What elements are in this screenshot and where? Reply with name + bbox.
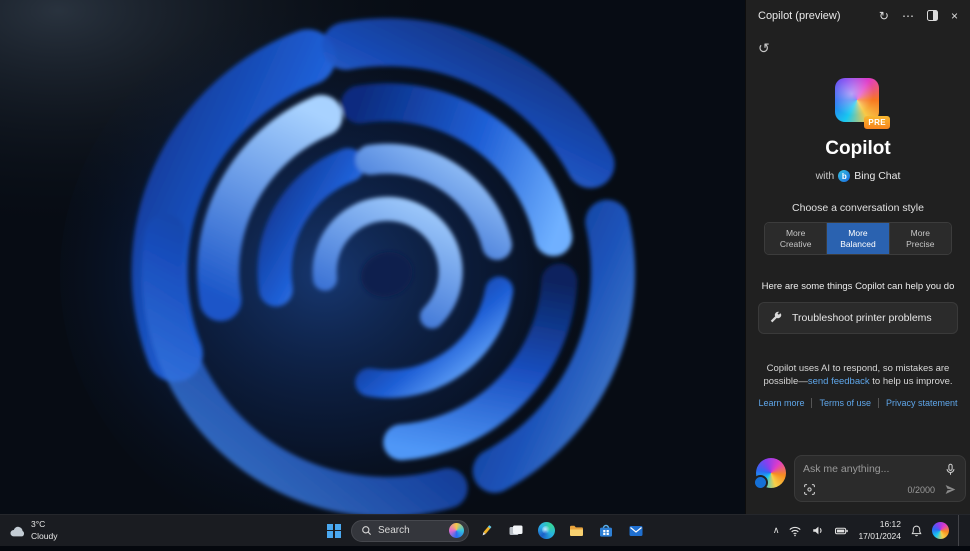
windows-logo-icon (327, 523, 341, 538)
character-counter: 0/2000 (907, 484, 935, 495)
task-view-button[interactable] (503, 518, 529, 544)
legal-links: Learn more Terms of use Privacy statemen… (746, 397, 970, 408)
wifi-icon[interactable] (788, 524, 802, 537)
store-button[interactable] (593, 518, 619, 544)
style-more-precise[interactable]: More Precise (889, 223, 951, 255)
copilot-panel-header: Copilot (preview) ↻ ⋯ × (746, 0, 970, 32)
notification-bell-icon[interactable] (910, 524, 923, 538)
system-tray: ∧ 16:12 17/01/2024 (773, 515, 970, 546)
style-label-line2: Precise (906, 239, 935, 250)
chat-input-row (803, 461, 957, 477)
search-icon (362, 526, 372, 536)
task-view-icon (509, 525, 523, 535)
style-label-line2: Balanced (840, 239, 876, 250)
copilot-tray-icon (932, 522, 949, 539)
disclaimer-text-end: to help us improve. (869, 376, 953, 388)
wrench-icon (770, 311, 782, 323)
learn-more-link[interactable]: Learn more (751, 398, 811, 408)
chat-input-box: 0/2000 (794, 455, 966, 502)
mail-button[interactable] (623, 518, 649, 544)
copilot-panel-title: Copilot (preview) (758, 10, 841, 22)
sidebar-toggle-icon (926, 9, 938, 21)
pen-icon (482, 524, 492, 535)
copilot-panel-actions: ↻ ⋯ × (879, 9, 958, 23)
file-explorer-button[interactable] (563, 518, 589, 544)
screenshot-icon[interactable] (803, 483, 816, 496)
bing-chat-row: with b Bing Chat (746, 170, 970, 182)
weather-widget[interactable]: 3°C Cloudy (0, 515, 65, 546)
microphone-icon[interactable] (944, 463, 957, 476)
bing-icon: b (838, 170, 851, 182)
copilot-panel: Copilot (preview) ↻ ⋯ × ↺ PRE Copilot wi… (745, 0, 970, 514)
preview-badge: PRE (864, 116, 890, 129)
search-highlight-icon (449, 523, 464, 538)
copilot-heading: Copilot (825, 138, 891, 159)
style-more-balanced[interactable]: More Balanced (827, 223, 890, 255)
suggestion-label: Troubleshoot printer problems (792, 312, 932, 325)
copilot-avatar (753, 458, 786, 490)
clock-widget[interactable]: 16:12 17/01/2024 (858, 519, 901, 541)
folder-icon (569, 525, 583, 536)
with-label: with (815, 170, 835, 182)
clock-time: 16:12 (879, 519, 901, 530)
weather-text: 3°C Cloudy (31, 519, 57, 541)
style-label-line1: More (848, 228, 868, 238)
more-options-icon[interactable]: ⋯ (902, 10, 914, 22)
weather-condition: Cloudy (31, 530, 58, 541)
pen-app-icon[interactable] (473, 518, 499, 544)
battery-icon[interactable] (834, 525, 849, 537)
search-label: Search (378, 525, 410, 536)
mail-icon (629, 525, 643, 536)
terms-of-use-link[interactable]: Terms of use (811, 397, 878, 408)
edge-button[interactable] (533, 518, 559, 544)
style-more-creative[interactable]: More Creative (765, 223, 828, 255)
taskbar-center: Search (321, 515, 649, 546)
start-button[interactable] (321, 518, 347, 544)
taskbar-search[interactable]: Search (351, 519, 469, 542)
history-row: ↺ (746, 32, 970, 58)
clock-date: 17/01/2024 (858, 530, 901, 541)
refresh-icon[interactable]: ↻ (879, 10, 889, 22)
sidebar-toggle-button[interactable] (926, 9, 938, 23)
chat-composer: 0/2000 (753, 455, 966, 502)
close-icon[interactable]: × (951, 10, 958, 22)
conversation-style-prompt: Choose a conversation style (792, 202, 924, 214)
privacy-statement-link[interactable]: Privacy statement (878, 397, 965, 408)
cloud-icon (10, 526, 25, 537)
bing-chat-label: Bing Chat (854, 170, 901, 182)
show-desktop-button[interactable] (958, 515, 962, 546)
history-icon[interactable]: ↺ (758, 41, 770, 55)
chat-input-footer: 0/2000 (803, 483, 957, 496)
help-intro-text: Here are some things Copilot can help yo… (761, 281, 955, 293)
suggestion-card[interactable]: Troubleshoot printer problems (758, 302, 958, 335)
ai-disclaimer: Copilot uses AI to respond, so mistakes … (761, 362, 955, 389)
conversation-style-selector: More Creative More Balanced More Precise (764, 222, 952, 256)
edge-icon (537, 522, 555, 539)
style-label-line1: More (910, 228, 930, 238)
weather-temp: 3°C (31, 519, 46, 530)
send-icon[interactable] (944, 483, 957, 496)
taskbar: 3°C Cloudy Search ∧ 16:12 17/01/2024 (0, 514, 970, 546)
copilot-tray-button[interactable] (932, 522, 949, 539)
style-label-line1: More (785, 228, 806, 238)
copilot-logo-wrap: PRE (835, 78, 890, 129)
store-icon (600, 524, 612, 537)
volume-icon[interactable] (811, 524, 825, 537)
chevron-up-icon[interactable]: ∧ (773, 525, 780, 536)
ask-input[interactable] (803, 461, 938, 477)
send-feedback-link[interactable]: send feedback (808, 376, 870, 387)
style-label-line2: Creative (779, 239, 812, 250)
